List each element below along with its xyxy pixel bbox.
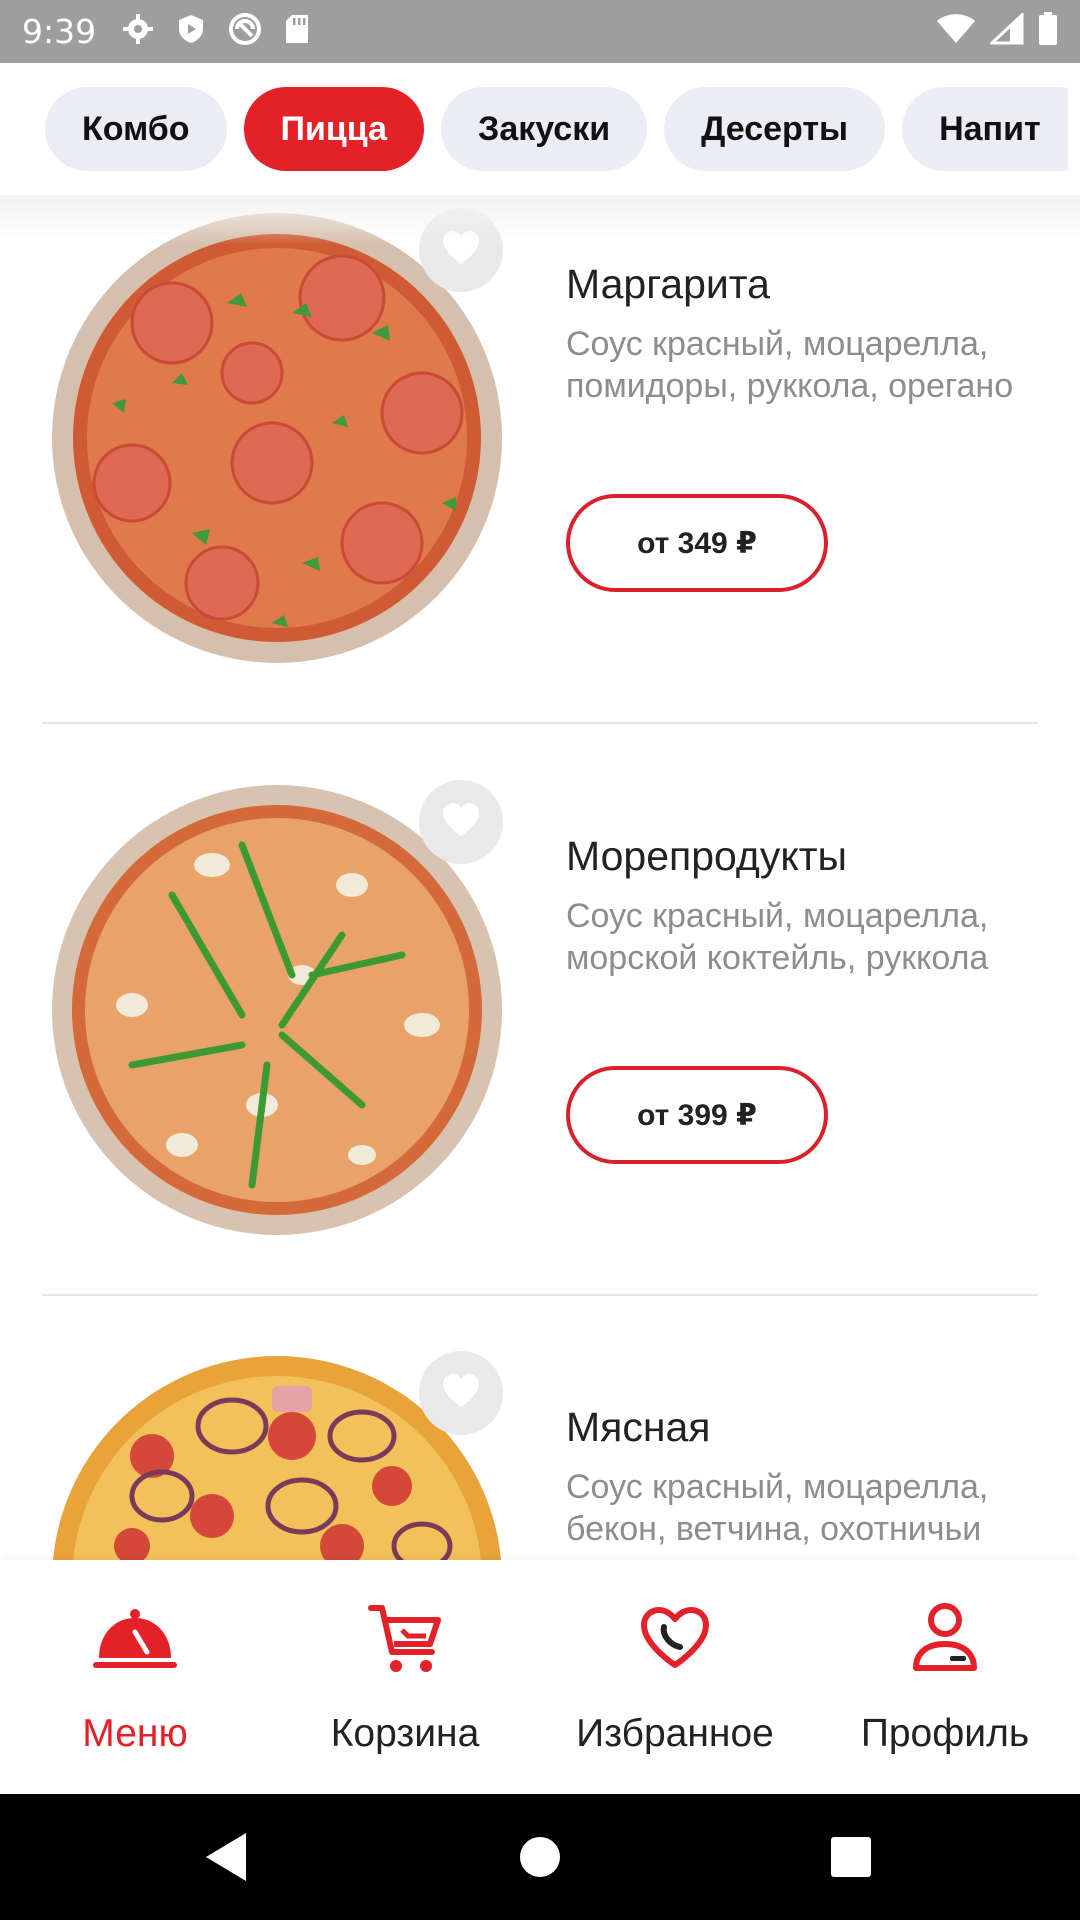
tabs-edge: [1068, 63, 1080, 195]
nav-item-cart[interactable]: Корзина: [270, 1560, 540, 1794]
product-description: Соус красный, моцарелла, бекон, ветчина,…: [566, 1468, 989, 1548]
battery-icon: [1038, 12, 1058, 51]
back-icon[interactable]: [193, 1824, 259, 1890]
heart-icon: [441, 1373, 481, 1414]
recents-icon[interactable]: [818, 1824, 884, 1890]
nav-item-favorites[interactable]: Избранное: [540, 1560, 810, 1794]
product-description: Соус красный, моцарелла, морской коктейл…: [566, 897, 989, 977]
heart-phone-icon: [630, 1598, 720, 1678]
price-button[interactable]: от 399 ₽: [566, 1066, 828, 1164]
category-chip-desserts[interactable]: Десерты: [664, 87, 886, 171]
category-chip-drinks[interactable]: Напит: [902, 87, 1080, 171]
category-chip-pizza[interactable]: Пицца: [243, 87, 425, 171]
cart-icon: [360, 1598, 450, 1678]
favorite-button[interactable]: [419, 1351, 503, 1435]
product-name: Морепродукты: [566, 833, 847, 879]
heart-icon: [441, 802, 481, 843]
product-description: Соус красный, моцарелла, помидоры, рукко…: [566, 325, 1014, 405]
product-list[interactable]: Маргарита Соус красный, моцарелла, помид…: [0, 195, 1080, 1560]
bottom-navigation: Меню Корзина Избранное Профиль: [0, 1560, 1080, 1794]
nav-label-cart: Корзина: [330, 1712, 480, 1755]
sd-card-icon: [284, 13, 310, 50]
divider: [42, 722, 1038, 724]
product-name: Мясная: [566, 1404, 711, 1450]
status-time: 9:39: [22, 12, 97, 51]
signal-icon: [988, 11, 1024, 50]
nav-label-menu: Меню: [82, 1712, 188, 1755]
heart-icon: [441, 230, 481, 271]
status-icons-left: [122, 12, 310, 51]
gear-icon: [122, 13, 154, 50]
favorite-button[interactable]: [419, 208, 503, 292]
status-icons-right: [936, 11, 1058, 51]
product-name: Маргарита: [566, 261, 770, 307]
nav-item-profile[interactable]: Профиль: [810, 1560, 1080, 1794]
nav-label-profile: Профиль: [860, 1712, 1030, 1755]
sync-icon: [228, 12, 262, 51]
shield-icon: [176, 13, 206, 50]
product-card[interactable]: Морепродукты Соус красный, моцарелла, мо…: [0, 767, 1080, 1339]
system-nav-bar: [0, 1794, 1080, 1920]
price-button[interactable]: от 349 ₽: [566, 494, 828, 592]
category-tabs-track: Комбо Пицца Закуски Десерты Напит: [45, 87, 1080, 171]
status-bar: 9:39: [0, 0, 1080, 63]
product-card[interactable]: Мясная Соус красный, моцарелла, бекон, в…: [0, 1338, 1080, 1560]
category-chip-combo[interactable]: Комбо: [45, 87, 227, 171]
cloche-icon: [90, 1598, 180, 1678]
divider: [42, 1294, 1038, 1296]
home-icon[interactable]: [507, 1824, 573, 1890]
favorite-button[interactable]: [419, 780, 503, 864]
profile-icon: [900, 1598, 990, 1678]
nav-item-menu[interactable]: Меню: [0, 1560, 270, 1794]
category-chip-snacks[interactable]: Закуски: [441, 87, 648, 171]
product-card[interactable]: Маргарита Соус красный, моцарелла, помид…: [0, 195, 1080, 767]
wifi-icon: [936, 13, 976, 50]
category-tabs: Комбо Пицца Закуски Десерты Напит: [0, 63, 1080, 195]
nav-label-favorites: Избранное: [576, 1712, 774, 1755]
